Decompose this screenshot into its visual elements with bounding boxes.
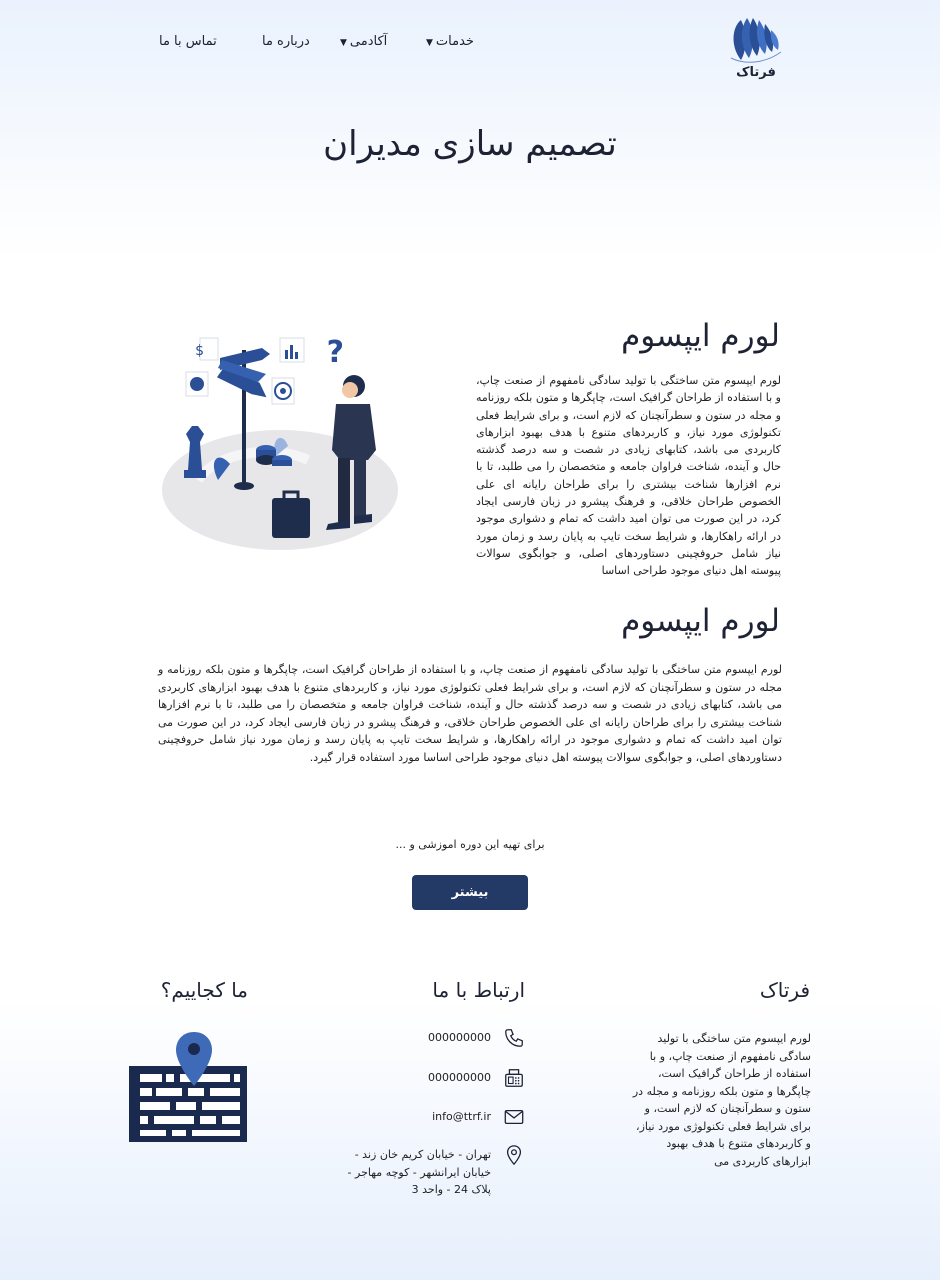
contact-fax[interactable]: 000000000 <box>428 1067 525 1089</box>
section1-text: لورم ایپسوم متن ساختگی با تولید سادگی نا… <box>476 374 781 578</box>
contact-email[interactable]: info@ttrf.ir <box>432 1106 525 1128</box>
course-prompt: برای تهیه این دوره اموزشی و ... <box>395 838 545 851</box>
mail-icon <box>504 1109 524 1125</box>
contact-phone[interactable]: 000000000 <box>428 1027 525 1049</box>
nav-academy-label: آکادمی <box>349 34 388 49</box>
main-nav: خدمات▼ آکادمی▼ درباره ما تماس با ما <box>0 34 940 54</box>
chevron-down-icon: ▼ <box>426 38 433 48</box>
fax-icon <box>505 1069 523 1087</box>
map-pin-icon[interactable] <box>128 1030 248 1142</box>
decision-illustration: $ ? <box>158 330 403 560</box>
logo-text: فرتاک <box>736 65 776 80</box>
section1-title: لورم ایپسوم <box>621 318 780 354</box>
page-title: تصمیم سازی مدیران <box>323 124 617 164</box>
svg-text:?: ? <box>327 335 344 370</box>
nav-services-label: خدمات <box>435 34 474 49</box>
nav-academy[interactable]: آکادمی▼ <box>340 34 387 49</box>
section2-title: لورم ایپسوم <box>621 603 780 639</box>
nav-about-label: درباره ما <box>262 34 310 49</box>
more-button[interactable]: بیشتر <box>412 875 528 910</box>
chevron-down-icon: ▼ <box>340 38 347 48</box>
phone-icon <box>505 1029 523 1047</box>
footer-contact-title: ارتباط با ما <box>432 978 525 1002</box>
site-header: فرتاک خدمات▼ آکادمی▼ درباره ما تماس با م… <box>0 0 940 100</box>
nav-services[interactable]: خدمات▼ <box>426 34 474 49</box>
nav-contact-label: تماس با ما <box>159 34 217 49</box>
email-value: info@ttrf.ir <box>432 1110 491 1123</box>
nav-about[interactable]: درباره ما <box>262 34 310 49</box>
phone-value: 000000000 <box>428 1031 491 1044</box>
address-value: تهران - خیابان کریم خان زند - خیابان ایر… <box>347 1148 491 1196</box>
footer-brand-text: لورم ایپسوم متن ساختگی با تولید سادگی نا… <box>632 1032 811 1168</box>
nav-contact[interactable]: تماس با ما <box>159 34 217 49</box>
footer-location-title: ما کجاییم؟ <box>160 978 248 1002</box>
section2-text: لورم ایپسوم متن ساختگی با تولید سادگی نا… <box>158 663 782 764</box>
svg-text:$: $ <box>195 343 204 359</box>
fax-value: 000000000 <box>428 1071 491 1084</box>
contact-address[interactable]: تهران - خیابان کریم خان زند - خیابان ایر… <box>346 1144 525 1199</box>
location-pin-icon <box>506 1145 522 1166</box>
footer-brand-title: فرتاک <box>759 978 810 1002</box>
